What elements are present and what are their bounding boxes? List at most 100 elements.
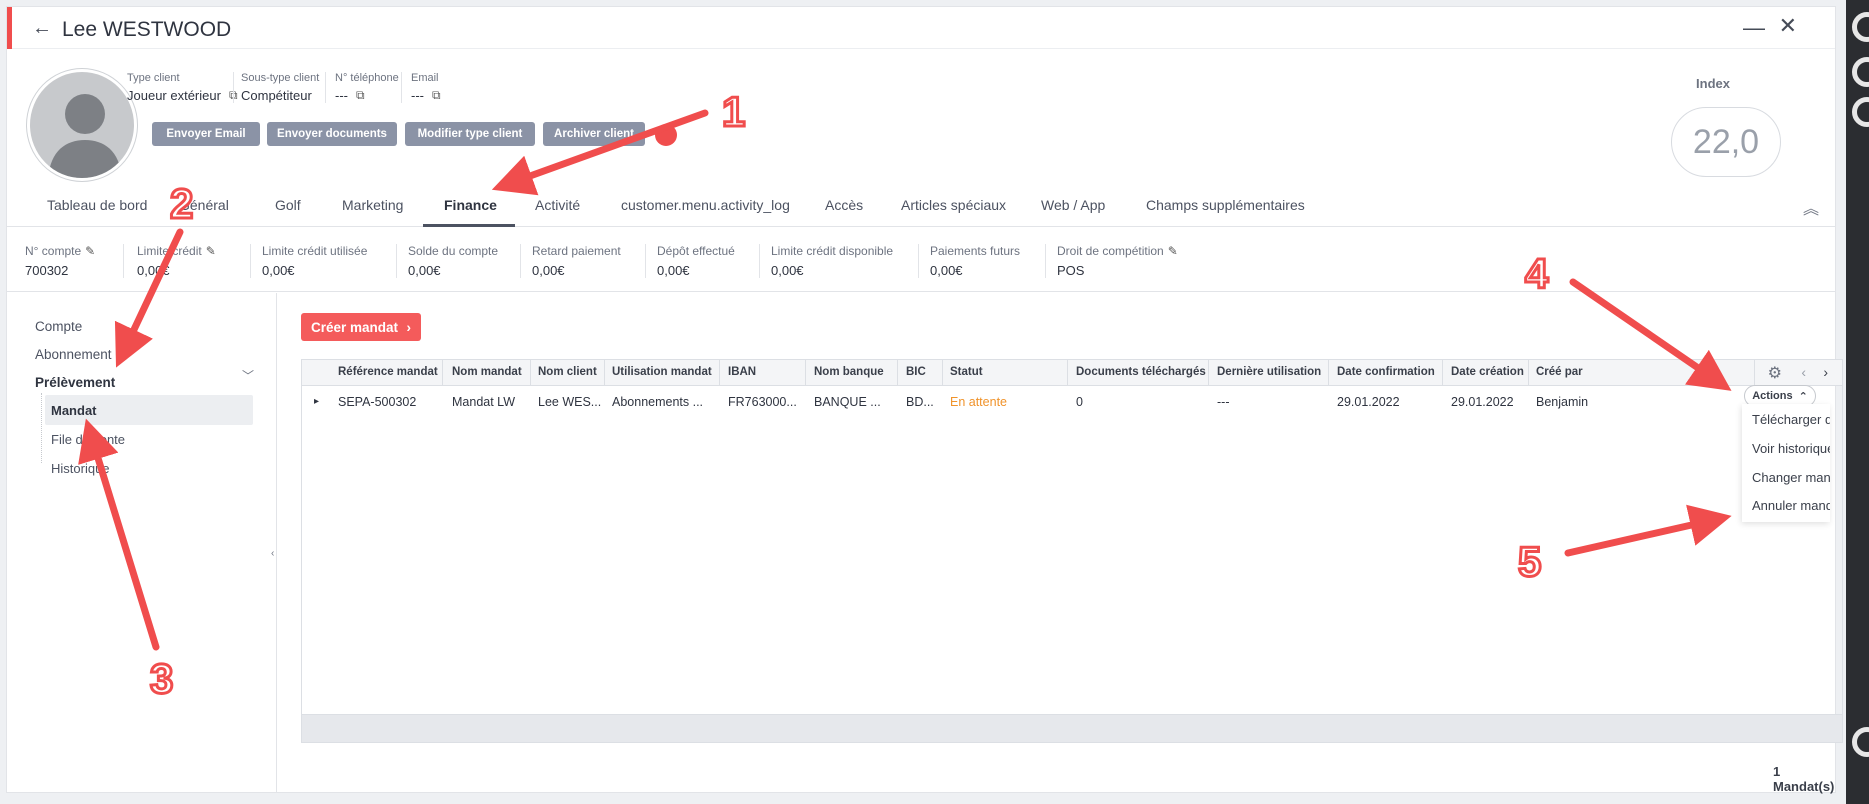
gear-icon[interactable]: ⚙ — [1768, 363, 1782, 383]
tab-golf[interactable]: Golf — [275, 197, 301, 213]
stat-value: POS — [1057, 263, 1085, 278]
active-tab-indicator — [423, 224, 515, 227]
column-header[interactable]: Date création — [1451, 366, 1524, 378]
menu-item-view-history[interactable]: Voir historique — [1752, 441, 1830, 456]
stat-competition-right: Droit de compétition ✎ POS — [1057, 244, 1178, 278]
stat-deposit: Dépôt effectué 0,00€ — [657, 244, 735, 278]
cell-nom-banque: BANQUE ... — [814, 395, 881, 409]
background-strip — [1846, 0, 1869, 804]
external-link-icon[interactable]: ⧉ — [356, 88, 365, 103]
menu-item-cancel-mandate[interactable]: Annuler mandat — [1752, 498, 1830, 513]
expand-row-icon[interactable]: ▸ — [314, 396, 319, 407]
column-header[interactable]: Dernière utilisation — [1217, 366, 1321, 378]
column-header[interactable]: IBAN — [728, 366, 756, 378]
stat-label: Retard paiement — [532, 244, 621, 258]
tab-activity-log[interactable]: customer.menu.activity_log — [621, 197, 790, 213]
sidebar-item-abonnement[interactable]: Abonnement — [35, 347, 112, 362]
status-dot — [655, 124, 677, 146]
stat-label: N° compte — [25, 244, 82, 258]
arrow-left-icon[interactable]: ← — [32, 17, 52, 40]
phone-field: N° téléphone --- ⧉ — [325, 72, 399, 103]
column-header[interactable]: Nom mandat — [452, 366, 522, 378]
tab-activite[interactable]: Activité — [535, 197, 580, 213]
column-header[interactable]: Référence mandat — [338, 366, 438, 378]
actions-dropdown: Télécharger document Voir historique Cha… — [1742, 404, 1830, 522]
chevron-right-icon[interactable]: › — [1823, 364, 1828, 380]
sidebar-item-file-attente[interactable]: File d'attente — [51, 432, 125, 447]
client-window: ← Lee WESTWOOD — ✕ Type client Joueur ex… — [6, 6, 1843, 794]
column-header[interactable]: Date confirmation — [1337, 366, 1435, 378]
edit-pencil-icon[interactable]: ✎ — [206, 244, 216, 258]
title-bar: ← Lee WESTWOOD — ✕ — [7, 7, 1835, 49]
send-email-button[interactable]: Envoyer Email — [152, 122, 260, 146]
column-header[interactable]: Statut — [950, 366, 983, 378]
sous-type-value: Compétiteur — [241, 88, 312, 103]
tab-bar: Tableau de bord Général Golf Marketing F… — [7, 185, 1835, 227]
stat-label: Droit de compétition — [1057, 244, 1164, 258]
email-value: --- — [411, 88, 424, 103]
cell-cree-par: Benjamin — [1536, 395, 1589, 409]
grid-header: Référence mandat Nom mandat Nom client U… — [302, 360, 1842, 386]
annotation-number: 4 — [1523, 249, 1549, 299]
tab-marketing[interactable]: Marketing — [342, 197, 403, 213]
tab-web-app[interactable]: Web / App — [1041, 197, 1105, 213]
sidebar-item-mandat[interactable]: Mandat — [51, 403, 97, 418]
modify-client-type-button[interactable]: Modifier type client — [405, 122, 535, 146]
column-header[interactable]: BIC — [906, 366, 926, 378]
column-header[interactable]: Nom banque — [814, 366, 884, 378]
type-client-value: Joueur extérieur — [127, 88, 221, 103]
stat-credit-used: Limite crédit utilisée 0,00€ — [262, 244, 367, 278]
column-header[interactable]: Documents téléchargés — [1076, 366, 1206, 378]
stat-label: Dépôt effectué — [657, 244, 735, 258]
tab-tableau-de-bord[interactable]: Tableau de bord — [47, 197, 147, 213]
column-header[interactable]: Utilisation mandat — [612, 366, 712, 378]
cell-derniere-utilisation: --- — [1217, 395, 1230, 409]
close-icon[interactable]: ✕ — [1779, 13, 1797, 39]
sidebar-item-prelevement[interactable]: Prélèvement — [35, 375, 115, 390]
cell-nom-mandat: Mandat LW — [452, 395, 515, 409]
send-documents-button[interactable]: Envoyer documents — [267, 122, 397, 146]
cell-iban: FR763000... — [728, 395, 797, 409]
annotation-number: 5 — [1516, 537, 1542, 587]
avatar — [27, 69, 137, 181]
edit-pencil-icon[interactable]: ✎ — [1168, 244, 1178, 258]
menu-item-download-document[interactable]: Télécharger document — [1752, 412, 1830, 427]
stat-value: 0,00€ — [408, 263, 441, 278]
sidebar-item-compte[interactable]: Compte — [35, 319, 82, 334]
chevron-left-icon[interactable]: ‹ — [1801, 364, 1806, 380]
annotation-number: 3 — [148, 654, 174, 704]
stat-label: Limite crédit — [137, 244, 202, 258]
chevron-down-icon[interactable]: ﹀ — [242, 367, 254, 384]
stat-balance: Solde du compte 0,00€ — [408, 244, 498, 278]
sous-type-field: Sous-type client Compétiteur — [233, 72, 319, 103]
tab-articles-speciaux[interactable]: Articles spéciaux — [901, 197, 1006, 213]
tab-finance[interactable]: Finance — [444, 197, 497, 213]
sidebar-item-historique[interactable]: Historique — [51, 461, 110, 476]
tab-acces[interactable]: Accès — [825, 197, 863, 213]
column-header[interactable]: Créé par — [1536, 366, 1583, 378]
column-header[interactable]: Nom client — [538, 366, 597, 378]
collapse-up-icon[interactable]: ︽ — [1803, 195, 1819, 219]
stat-credit-available: Limite crédit disponible 0,00€ — [771, 244, 893, 278]
resize-handle-icon[interactable]: ‹ — [271, 548, 274, 559]
archive-client-button[interactable]: Archiver client — [543, 122, 645, 146]
table-row[interactable]: ▸ SEPA-500302 Mandat LW Lee WES... Abonn… — [302, 387, 1842, 417]
minimize-icon[interactable]: — — [1743, 15, 1765, 41]
record-count: 1 Mandat(s) — [1773, 764, 1835, 794]
grid-footer — [302, 714, 1842, 742]
stat-value: 0,00€ — [657, 263, 690, 278]
create-mandate-button[interactable]: Créer mandat › — [301, 313, 421, 341]
cell-statut: En attente — [950, 395, 1007, 409]
chevron-right-icon: › — [406, 319, 412, 335]
external-link-icon[interactable]: ⧉ — [432, 88, 441, 103]
index-value: 22,0 — [1671, 107, 1781, 177]
menu-item-change-mandate[interactable]: Changer mandat — [1752, 470, 1830, 485]
stat-future-payments: Paiements futurs 0,00€ — [930, 244, 1020, 278]
tab-champs-supplementaires[interactable]: Champs supplémentaires — [1146, 197, 1305, 213]
edit-pencil-icon[interactable]: ✎ — [85, 244, 95, 258]
type-client-label: Type client — [127, 72, 180, 84]
cell-date-creation: 29.01.2022 — [1451, 395, 1514, 409]
cell-utilisation: Abonnements ... — [612, 395, 704, 409]
cell-bic: BD... — [906, 395, 934, 409]
stat-value: 0,00€ — [771, 263, 804, 278]
